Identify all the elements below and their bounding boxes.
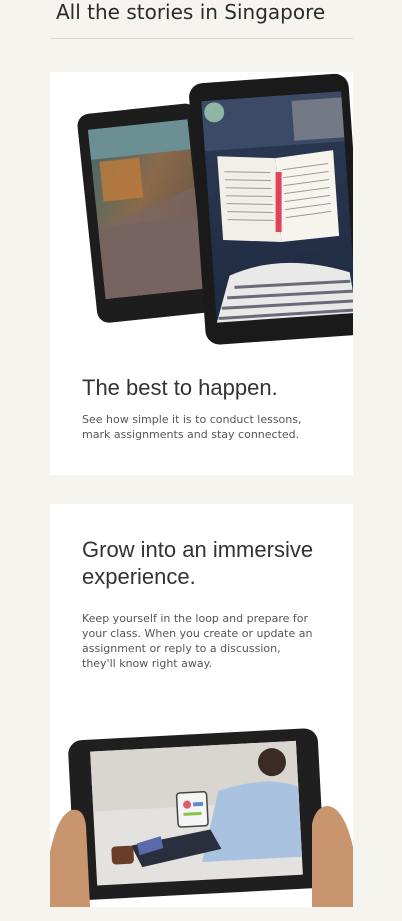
tablets-with-book-icon [77,73,353,345]
card-description: See how simple it is to conduct lessons,… [82,413,302,441]
card-title: Grow into an immersive experience. [82,537,314,589]
hands-holding-tablet-icon [50,728,353,907]
story-card-2[interactable]: Grow into an immersive experience. Keep … [50,504,353,907]
story-card-1[interactable]: The best to happen. See how simple it is… [50,72,353,475]
header-divider [50,38,353,39]
card-description: Keep yourself in the loop and prepare fo… [82,612,313,670]
card-title: The best to happen. [82,375,278,400]
page-title: All the stories in Singapore [56,0,326,24]
